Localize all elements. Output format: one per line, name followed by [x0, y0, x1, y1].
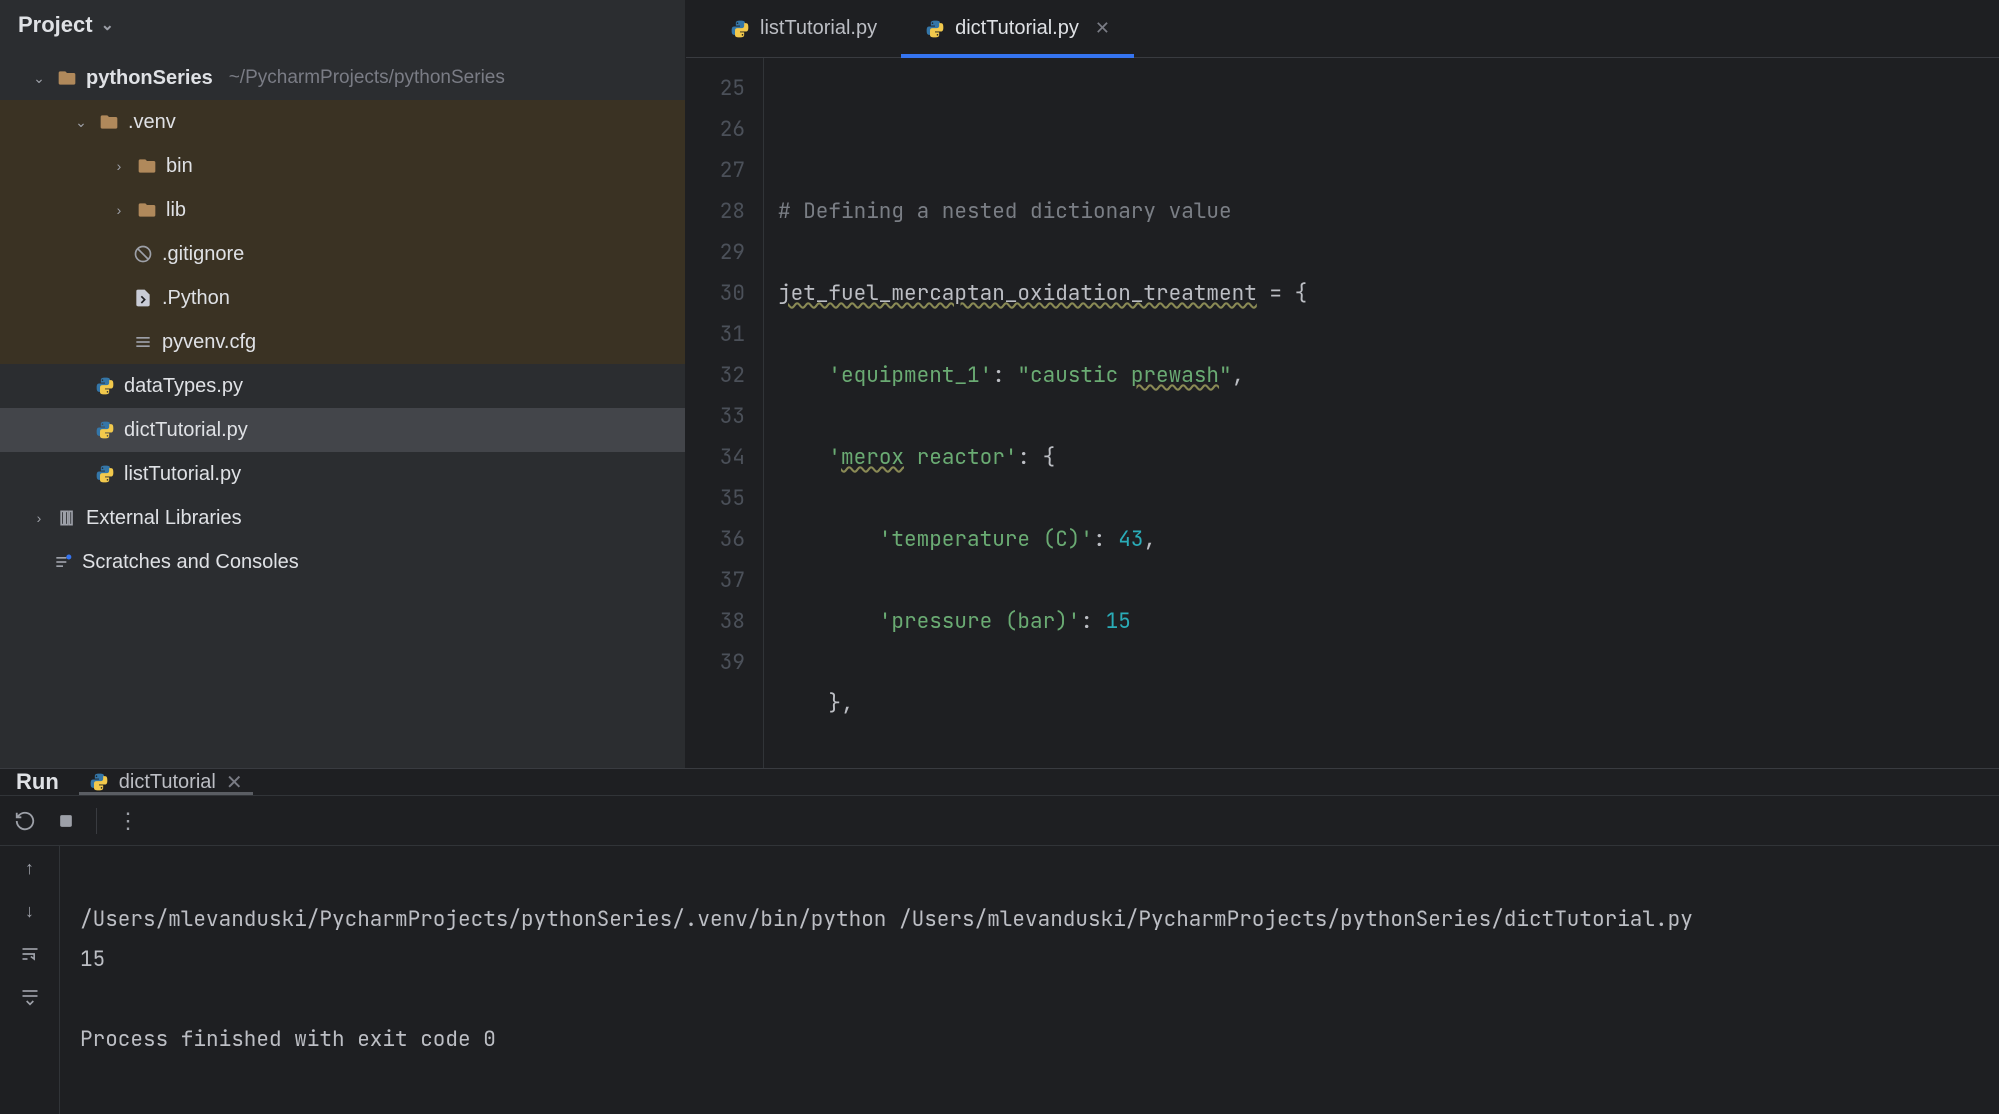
- tree-item-lib[interactable]: › lib: [0, 188, 685, 232]
- tree-item-venv[interactable]: ⌄ .venv: [0, 100, 685, 144]
- python-file-icon: [925, 19, 945, 39]
- tab-label: dictTutorial.py: [955, 17, 1079, 40]
- code-editor[interactable]: 25 26 27 28 29 30 31 32 33 34 35 36 37 3…: [686, 58, 1999, 768]
- project-tree: ⌄ pythonSeries ~/PycharmProjects/pythonS…: [0, 50, 685, 590]
- python-file-icon: [94, 376, 116, 396]
- run-tab-dicttutorial[interactable]: dictTutorial ✕: [79, 769, 253, 795]
- run-panel: Run dictTutorial ✕ ⋮: [0, 768, 1999, 1098]
- tree-root-path: ~/PycharmProjects/pythonSeries: [229, 67, 505, 89]
- tree-item-label: External Libraries: [86, 507, 242, 530]
- line-number: 30: [686, 273, 745, 314]
- python-file-icon: [730, 19, 750, 39]
- code-content[interactable]: # Defining a nested dictionary value jet…: [764, 58, 1999, 768]
- line-number: 26: [686, 109, 745, 150]
- code-comment: # Defining a nested dictionary value: [778, 198, 1232, 225]
- expand-icon[interactable]: ›: [110, 158, 128, 174]
- tree-item-label: Scratches and Consoles: [82, 551, 299, 574]
- tree-item-dicttutorial[interactable]: dictTutorial.py: [0, 408, 685, 452]
- tree-root-label: pythonSeries: [86, 67, 213, 90]
- project-panel-header[interactable]: Project ⌄: [0, 0, 685, 50]
- tree-item-listtutorial[interactable]: listTutorial.py: [0, 452, 685, 496]
- chevron-down-icon: ⌄: [101, 15, 114, 35]
- down-arrow-icon[interactable]: ↓: [25, 901, 34, 922]
- tree-item-label: .venv: [128, 111, 176, 134]
- line-number: 35: [686, 478, 745, 519]
- console-exit: Process finished with exit code 0: [80, 1026, 496, 1053]
- expand-icon[interactable]: ⌄: [30, 70, 48, 87]
- tree-item-bin[interactable]: › bin: [0, 144, 685, 188]
- tree-item-external-libraries[interactable]: › External Libraries: [0, 496, 685, 540]
- gutter: 25 26 27 28 29 30 31 32 33 34 35 36 37 3…: [686, 58, 764, 768]
- tree-root[interactable]: ⌄ pythonSeries ~/PycharmProjects/pythonS…: [0, 56, 685, 100]
- python-file-icon: [89, 772, 109, 792]
- symlink-icon: [132, 288, 154, 308]
- folder-icon: [136, 200, 158, 220]
- line-number: 25: [686, 68, 745, 109]
- code-identifier: jet_fuel_mercaptan_oxidation_treatment: [778, 280, 1257, 307]
- tree-item-label: .gitignore: [162, 243, 244, 266]
- run-toolbar: ⋮: [0, 796, 1999, 846]
- line-number: 33: [686, 396, 745, 437]
- ignore-icon: [132, 244, 154, 264]
- tab-dicttutorial[interactable]: dictTutorial.py ✕: [901, 0, 1134, 57]
- line-number: 34: [686, 437, 745, 478]
- run-tab-label: dictTutorial: [119, 771, 216, 794]
- tree-item-datatypes[interactable]: dataTypes.py: [0, 364, 685, 408]
- line-number: 37: [686, 560, 745, 601]
- line-number: 36: [686, 519, 745, 560]
- console-stdout: 15: [80, 946, 105, 973]
- tree-item-label: pyvenv.cfg: [162, 331, 256, 354]
- tab-listtutorial[interactable]: listTutorial.py: [706, 0, 901, 57]
- scratches-icon: [52, 552, 74, 572]
- folder-icon: [98, 112, 120, 132]
- line-number: 29: [686, 232, 745, 273]
- tree-item-gitignore[interactable]: .gitignore: [0, 232, 685, 276]
- folder-icon: [136, 156, 158, 176]
- config-file-icon: [132, 332, 154, 352]
- tree-item-label: .Python: [162, 287, 230, 310]
- tab-label: listTutorial.py: [760, 17, 877, 40]
- tree-item-scratches[interactable]: Scratches and Consoles: [0, 540, 685, 584]
- project-panel-title: Project: [18, 12, 93, 38]
- run-side-toolbar: ↑ ↓: [0, 846, 60, 1114]
- tree-item-pyvenv-cfg[interactable]: pyvenv.cfg: [0, 320, 685, 364]
- run-panel-header: Run dictTutorial ✕: [0, 769, 1999, 796]
- close-icon[interactable]: ✕: [226, 770, 243, 795]
- tree-item-label: dictTutorial.py: [124, 419, 248, 442]
- run-panel-title[interactable]: Run: [16, 769, 59, 795]
- line-number: 31: [686, 314, 745, 355]
- soft-wrap-icon[interactable]: [20, 944, 40, 964]
- expand-icon[interactable]: ›: [110, 202, 128, 218]
- editor-tabs: listTutorial.py dictTutorial.py ✕: [686, 0, 1999, 58]
- expand-icon[interactable]: ›: [30, 510, 48, 526]
- rerun-icon[interactable]: [14, 810, 36, 832]
- project-panel: Project ⌄ ⌄ pythonSeries ~/PycharmProjec…: [0, 0, 686, 768]
- tree-item-label: listTutorial.py: [124, 463, 241, 486]
- tree-item-label: dataTypes.py: [124, 375, 243, 398]
- tree-item-label: bin: [166, 155, 193, 178]
- scroll-to-end-icon[interactable]: [20, 986, 40, 1006]
- more-icon[interactable]: ⋮: [117, 808, 141, 834]
- up-arrow-icon[interactable]: ↑: [25, 858, 34, 879]
- folder-icon: [56, 68, 78, 88]
- tree-item-python-symlink[interactable]: .Python: [0, 276, 685, 320]
- console-command: /Users/mlevanduski/PycharmProjects/pytho…: [80, 906, 1693, 933]
- python-file-icon: [94, 464, 116, 484]
- line-number: 27: [686, 150, 745, 191]
- line-number: 32: [686, 355, 745, 396]
- console-output[interactable]: /Users/mlevanduski/PycharmProjects/pytho…: [60, 846, 1999, 1114]
- line-number: 39: [686, 642, 745, 683]
- python-file-icon: [94, 420, 116, 440]
- tree-item-label: lib: [166, 199, 186, 222]
- stop-icon[interactable]: [56, 811, 76, 831]
- line-number: 28: [686, 191, 745, 232]
- expand-icon[interactable]: ⌄: [72, 114, 90, 131]
- close-icon[interactable]: ✕: [1095, 18, 1110, 39]
- libraries-icon: [56, 508, 78, 528]
- editor-area: listTutorial.py dictTutorial.py ✕ 25 26 …: [686, 0, 1999, 768]
- line-number: 38: [686, 601, 745, 642]
